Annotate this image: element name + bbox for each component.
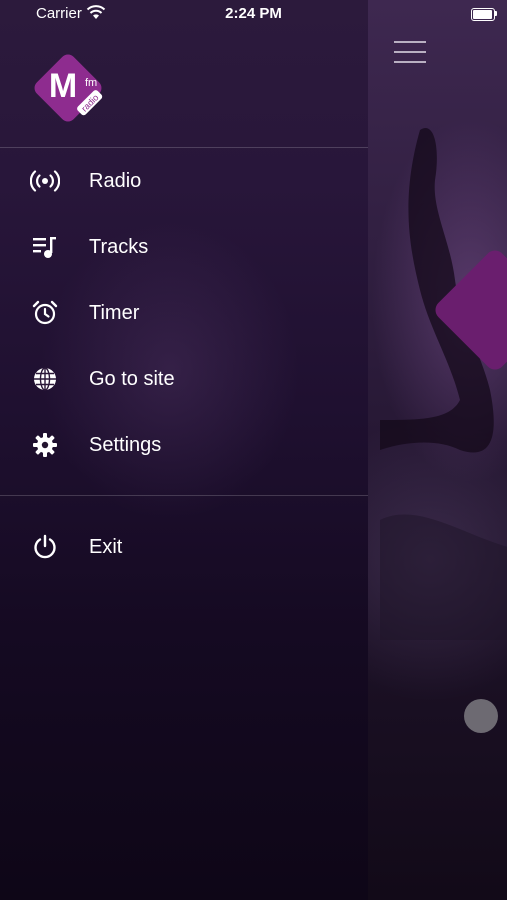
playlist-icon xyxy=(30,232,60,262)
menu-item-settings[interactable]: Settings xyxy=(0,417,368,473)
app-logo[interactable]: M fm radio xyxy=(28,48,108,128)
battery-tip xyxy=(495,11,497,16)
menu-label-timer: Timer xyxy=(89,301,140,324)
navigation-drawer: M fm radio Radio Tracks Timer Go to site… xyxy=(0,0,368,900)
menu-label-settings: Settings xyxy=(89,433,162,456)
menu-item-radio[interactable]: Radio xyxy=(0,153,368,209)
clock: 2:24 PM xyxy=(225,5,282,22)
radio-broadcast-icon xyxy=(30,166,60,196)
divider-top xyxy=(0,147,368,148)
battery-icon xyxy=(471,8,495,21)
power-icon xyxy=(30,532,60,562)
logo-letter: M xyxy=(49,67,77,105)
scroll-indicator[interactable] xyxy=(464,699,498,733)
logo-sup: fm xyxy=(85,77,97,89)
menu-item-exit[interactable]: Exit xyxy=(0,519,368,575)
menu-item-tracks[interactable]: Tracks xyxy=(0,219,368,275)
menu-label-radio: Radio xyxy=(89,169,142,192)
menu-icon[interactable] xyxy=(394,41,426,63)
gear-icon xyxy=(30,430,60,460)
status-bar: Carrier 2:24 PM xyxy=(0,0,507,28)
globe-icon xyxy=(30,364,60,394)
divider-bottom xyxy=(0,495,368,496)
alarm-clock-icon xyxy=(30,298,60,328)
menu-label-go-to-site: Go to site xyxy=(89,367,175,390)
menu-item-go-to-site[interactable]: Go to site xyxy=(0,351,368,407)
menu-item-timer[interactable]: Timer xyxy=(0,285,368,341)
menu-label-tracks: Tracks xyxy=(89,235,149,258)
dancer-silhouette xyxy=(380,128,507,640)
menu-label-exit: Exit xyxy=(89,535,123,558)
